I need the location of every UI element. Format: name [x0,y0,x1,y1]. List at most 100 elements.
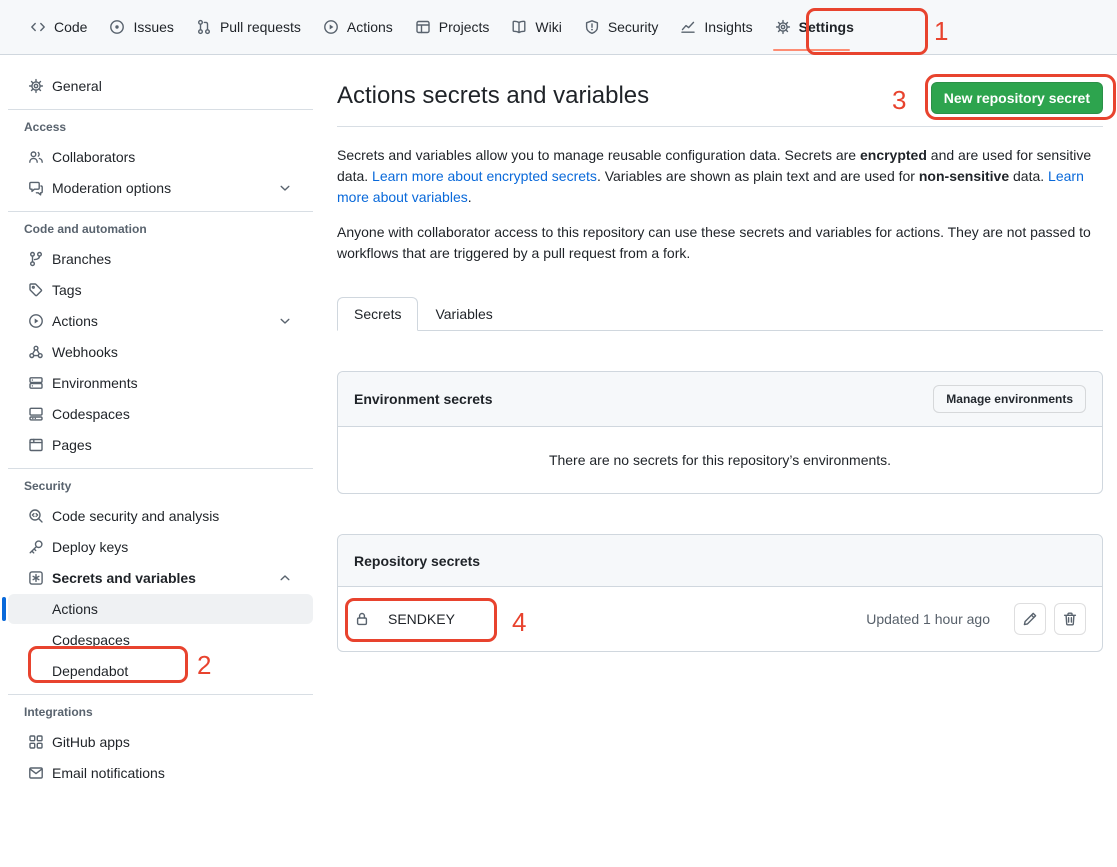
tab-secrets[interactable]: Secrets [337,297,418,331]
chevron-up-icon [277,570,293,586]
active-tab-underline [773,49,850,51]
git-branch-icon [28,251,44,267]
shield-icon [584,19,600,35]
sidebar-item-label: Codespaces [52,632,293,648]
sidebar-section-access: Access [24,120,297,134]
sidebar-item-secrets-and-variables[interactable]: Secrets and variables [8,563,313,593]
codescan-icon [28,508,44,524]
sidebar-item-label: Dependabot [52,663,293,679]
sidebar-item-label: General [52,78,293,94]
sidebar-item-github-apps[interactable]: GitHub apps [8,727,313,757]
sidebar-item-label: Environments [52,375,293,391]
sidebar-subitem-actions[interactable]: Actions [8,594,313,624]
sidebar-item-tags[interactable]: Tags [8,275,313,305]
sidebar-item-deploy-keys[interactable]: Deploy keys [8,532,313,562]
git-pull-request-icon [196,19,212,35]
sidebar-item-webhooks[interactable]: Webhooks [8,337,313,367]
tab-wiki[interactable]: Wiki [501,0,571,54]
book-icon [511,19,527,35]
intro-text-segment: . [468,189,472,205]
sidebar-item-label: Collaborators [52,149,293,165]
settings-sidebar: General Access Collaborators Moderation … [0,56,321,789]
tab-code[interactable]: Code [20,0,97,54]
intro-bold-non-sensitive: non-sensitive [919,168,1009,184]
environment-secrets-empty-text: There are no secrets for this repository… [338,427,1102,493]
play-circle-icon [28,313,44,329]
issue-opened-icon [109,19,125,35]
tab-security[interactable]: Security [574,0,669,54]
sidebar-item-pages[interactable]: Pages [8,430,313,460]
tab-issues[interactable]: Issues [99,0,183,54]
secret-row-actions: Updated 1 hour ago [866,603,1086,635]
sidebar-item-general[interactable]: General [8,71,313,101]
mail-icon [28,765,44,781]
tag-icon [28,282,44,298]
sidebar-subitem-dependabot[interactable]: Dependabot [8,656,313,686]
sidebar-item-label: Secrets and variables [52,570,269,586]
tab-label: Code [54,19,87,35]
new-repository-secret-button[interactable]: New repository secret [931,82,1103,114]
sidebar-item-code-security[interactable]: Code security and analysis [8,501,313,531]
intro-paragraph-1: Secrets and variables allow you to manag… [337,145,1103,208]
codespaces-icon [28,406,44,422]
tab-pull-requests[interactable]: Pull requests [186,0,311,54]
tab-label: Security [608,19,659,35]
play-circle-icon [323,19,339,35]
gear-icon [775,19,791,35]
pencil-icon [1022,611,1038,627]
sidebar-item-label: Actions [52,601,293,617]
repository-secrets-header: Repository secrets [338,535,1102,587]
environment-secrets-header: Environment secrets Manage environments [338,372,1102,427]
sidebar-section-code-and-automation: Code and automation [24,222,297,236]
link-encrypted-secrets[interactable]: Learn more about encrypted secrets [372,168,597,184]
chevron-down-icon [277,180,293,196]
sidebar-item-codespaces[interactable]: Codespaces [8,399,313,429]
tab-label: Pull requests [220,19,301,35]
intro-bold-encrypted: encrypted [860,147,927,163]
sidebar-divider [8,211,313,212]
tab-settings[interactable]: Settings [765,0,864,54]
browser-icon [28,437,44,453]
edit-secret-button[interactable] [1014,603,1046,635]
tab-variables[interactable]: Variables [418,297,509,331]
manage-environments-button[interactable]: Manage environments [933,385,1086,413]
webhook-icon [28,344,44,360]
repository-secrets-box: Repository secrets SENDKEY Updated 1 hou… [337,534,1103,652]
intro-text-segment: Secrets and variables allow you to manag… [337,147,860,163]
secrets-variables-tabnav: Secrets Variables [337,297,1103,331]
sidebar-item-label: Deploy keys [52,539,293,555]
sidebar-item-moderation-options[interactable]: Moderation options [8,173,313,203]
sidebar-divider [8,109,313,110]
delete-secret-button[interactable] [1054,603,1086,635]
sidebar-item-email-notifications[interactable]: Email notifications [8,758,313,788]
server-icon [28,375,44,391]
tab-label: Actions [347,19,393,35]
sidebar-item-label: Code security and analysis [52,508,293,524]
key-icon [28,539,44,555]
tab-label: Settings [799,19,854,35]
intro-text-segment: . Variables are shown as plain text and … [597,168,919,184]
sidebar-item-collaborators[interactable]: Collaborators [8,142,313,172]
tab-label: Issues [133,19,173,35]
secret-name: SENDKEY [388,611,455,627]
tab-insights[interactable]: Insights [670,0,762,54]
sidebar-item-label: Tags [52,282,293,298]
code-icon [30,19,46,35]
sidebar-divider [8,694,313,695]
sidebar-item-actions[interactable]: Actions [8,306,313,336]
page-subhead: Actions secrets and variables New reposi… [337,55,1103,127]
repository-secrets-title: Repository secrets [354,553,480,569]
sidebar-item-label: Actions [52,313,269,329]
gear-icon [28,78,44,94]
sidebar-subitem-codespaces[interactable]: Codespaces [8,625,313,655]
sidebar-item-branches[interactable]: Branches [8,244,313,274]
tab-label: Projects [439,19,490,35]
tab-projects[interactable]: Projects [405,0,500,54]
table-icon [415,19,431,35]
chevron-down-icon [277,313,293,329]
sidebar-item-environments[interactable]: Environments [8,368,313,398]
sidebar-item-label: Moderation options [52,180,269,196]
intro-paragraph-2: Anyone with collaborator access to this … [337,222,1103,264]
intro-text: Secrets and variables allow you to manag… [337,145,1103,264]
tab-actions[interactable]: Actions [313,0,403,54]
